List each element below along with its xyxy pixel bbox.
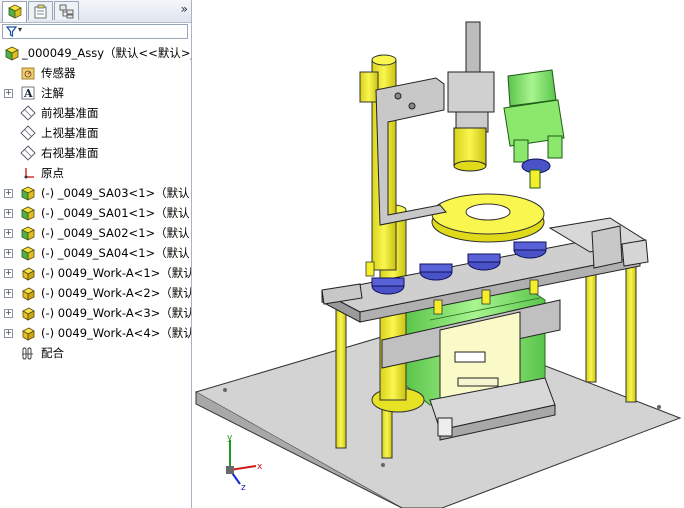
expand-toggle[interactable]: + (4, 289, 13, 298)
propertymanager-tab[interactable] (28, 1, 53, 20)
gray-bracket (375, 77, 447, 226)
tree-item[interactable]: + (-) 0049_Work-A<3>（默认 (0, 303, 191, 323)
graphics-area[interactable]: y x z (192, 0, 684, 508)
triad-y-label: y (227, 433, 233, 443)
tree-item-label: (-) _0049_SA01<1>（默认< (41, 206, 192, 220)
tree-item-label: 原点 (41, 166, 64, 180)
triad-z-label: z (241, 483, 246, 493)
tree-item-label: (-) _0049_SA04<1>（默认< (41, 246, 192, 260)
tree-item-label: 配合 (41, 346, 64, 360)
plane-icon (20, 145, 36, 161)
expand-toggle[interactable]: + (4, 309, 13, 318)
subassembly-icon (20, 185, 36, 201)
tree-item[interactable]: + (-) _0049_SA02<1>（默认< (0, 223, 191, 243)
annotation-icon: A (20, 85, 36, 101)
tree-item-label: 右视基准面 (41, 146, 99, 160)
tree-item-label: (-) _0049_SA03<1>（默认< (41, 186, 192, 200)
part-icon (20, 265, 36, 281)
tree-item[interactable]: + (-) 0049_Work-A<2>（默认 (0, 283, 191, 303)
plane-icon (20, 105, 36, 121)
expand-toggle[interactable]: + (4, 269, 13, 278)
assembly-icon (4, 45, 20, 61)
tree-item-label: (-) 0049_Work-A<2>（默认 (41, 286, 192, 300)
tree-item[interactable]: + (-) 0049_Work-A<4>（默认 (0, 323, 191, 343)
tree-item[interactable]: + (-) _0049_SA01<1>（默认< (0, 203, 191, 223)
part-icon (20, 305, 36, 321)
solidworks-window: » ▾ _000049_Assy（默认<<默认>_ 传感器 + A 注解前视基准面上视基… (0, 0, 684, 508)
tree-item[interactable]: + (-) _0049_SA03<1>（默认< (0, 183, 191, 203)
tree-item[interactable]: 上视基准面 (0, 123, 191, 143)
subassembly-icon (20, 245, 36, 261)
filter-dropdown-arrow: ▾ (18, 25, 23, 34)
tree-item[interactable]: 传感器 (0, 63, 191, 83)
tree-item-label: (-) 0049_Work-A<3>（默认 (41, 306, 192, 320)
triad-x-label: x (257, 462, 263, 472)
tree-item[interactable]: _000049_Assy（默认<<默认>_ (0, 43, 191, 63)
propertymanager-icon (34, 4, 47, 19)
tree-item-label: 注解 (41, 86, 64, 100)
configurationmanager-tab[interactable] (54, 1, 79, 20)
tree-item[interactable]: + (-) _0049_SA04<1>（默认< (0, 243, 191, 263)
tree-item-label: (-) 0049_Work-A<4>（默认 (41, 326, 192, 340)
tree-item[interactable]: 右视基准面 (0, 143, 191, 163)
subassembly-icon (20, 225, 36, 241)
subassembly-icon (20, 205, 36, 221)
tree-item-label: (-) _0049_SA02<1>（默认< (41, 226, 192, 240)
view-triad (226, 440, 257, 485)
camera-unit (447, 21, 495, 172)
collapse-panel-button[interactable]: » (181, 2, 188, 16)
feature-tree: _000049_Assy（默认<<默认>_ 传感器 + A 注解前视基准面上视基准面右视… (0, 43, 191, 363)
tree-item-label: 前视基准面 (41, 106, 99, 120)
tree-item[interactable]: 原点 (0, 163, 191, 183)
tree-item-label: 传感器 (41, 66, 76, 80)
filter-icon (6, 26, 17, 37)
origin-icon (20, 165, 36, 181)
expand-toggle[interactable]: + (4, 249, 13, 258)
tree-item[interactable]: + (-) 0049_Work-A<1>（默认 (0, 263, 191, 283)
expand-toggle[interactable]: + (4, 89, 13, 98)
feature-manager-panel: » ▾ _000049_Assy（默认<<默认>_ 传感器 + A 注解前视基准面上视基… (0, 0, 192, 508)
featuremanager-tab[interactable] (2, 1, 27, 22)
tree-item[interactable]: 前视基准面 (0, 103, 191, 123)
tree-item-label: _000049_Assy（默认<<默认>_ (22, 46, 192, 60)
tree-item-label: 上视基准面 (41, 126, 99, 140)
featuremanager-icon (8, 4, 22, 19)
panel-tabbar: » (0, 0, 191, 23)
expand-toggle[interactable]: + (4, 229, 13, 238)
assembly-model-view: y x z (194, 21, 682, 508)
expand-toggle[interactable]: + (4, 209, 13, 218)
yellow-ring (431, 193, 545, 243)
mates-icon (20, 345, 36, 361)
part-icon (20, 325, 36, 341)
tree-item-label: (-) 0049_Work-A<1>（默认 (41, 266, 192, 280)
sensor-folder-icon (20, 65, 36, 81)
part-icon (20, 285, 36, 301)
plane-icon (20, 125, 36, 141)
expand-toggle[interactable]: + (4, 329, 13, 338)
tree-filter[interactable]: ▾ (2, 24, 188, 39)
svg-text:A: A (23, 87, 33, 100)
expand-toggle[interactable]: + (4, 189, 13, 198)
green-gripper (503, 69, 565, 189)
tree-item[interactable]: 配合 (0, 343, 191, 363)
tree-item[interactable]: + A 注解 (0, 83, 191, 103)
configurationmanager-icon (59, 4, 74, 19)
